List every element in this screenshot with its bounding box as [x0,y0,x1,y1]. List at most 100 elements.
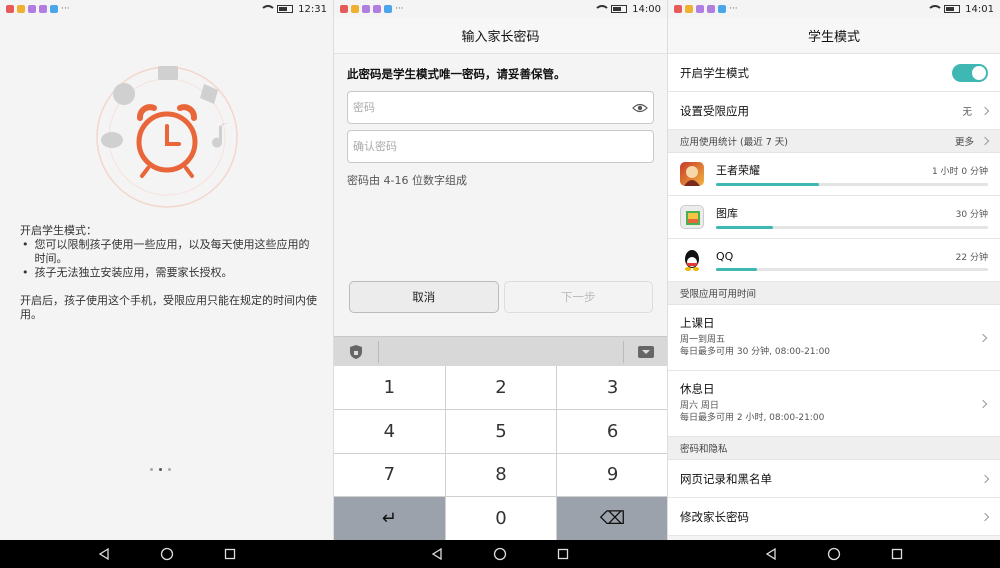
recents-icon[interactable] [224,548,236,560]
key-9[interactable]: 9 [557,453,667,497]
usage-bar [716,183,988,186]
notification-icons: ··· [674,4,738,14]
battery-icon [944,5,961,13]
change-password-label: 修改家长密码 [680,509,749,524]
back-icon[interactable] [98,548,110,560]
notification-icon [373,5,381,13]
chevron-right-icon [980,136,990,146]
schedule-limit: 每日最多可用 30 分钟, 08:00-21:00 [680,347,831,357]
key-3[interactable]: 3 [557,366,667,409]
key-4[interactable]: 4 [334,409,445,453]
video-icon [158,66,178,80]
student-mode-intro-screen: ··· 12:31 开启学生模式： • 您可以限制孩子使用一些应用，以及每天使用这… [0,0,333,540]
notification-icon [384,5,392,13]
restricted-apps-value: 无 [962,106,972,118]
parent-password-screen: ··· 14:00 输入家长密码 此密码是学生模式唯一密码，请妥善保管。 密码由… [333,0,667,540]
back-icon[interactable] [431,548,443,560]
app-usage-row[interactable]: 王者荣耀 1 小时 0 分钟 [668,153,1000,196]
enable-student-mode-row[interactable]: 开启学生模式 [668,54,1000,92]
next-button[interactable]: 下一步 [503,281,653,313]
schedule-title: 上课日 [680,316,715,330]
page-dot [168,468,171,471]
home-icon[interactable] [493,547,507,561]
recents-icon[interactable] [557,548,569,560]
app-usage-row[interactable]: 图库 30 分钟 [668,196,1000,239]
usage-bar [716,267,988,271]
notification-icon [707,5,715,13]
recents-icon[interactable] [891,548,903,560]
secure-keyboard-shield-icon [334,344,378,360]
web-history-row[interactable]: 网页记录和黑名单 [668,460,1000,498]
web-history-label: 网页记录和黑名单 [680,471,772,486]
password-input[interactable] [353,101,632,114]
usage-bar-fill [716,183,820,186]
app-name: 王者荣耀 [716,164,760,177]
hide-keyboard-icon[interactable] [624,345,667,358]
usage-bar [716,226,988,229]
numeric-keypad: 1 2 3 4 5 6 7 8 9 ↵ 0 ⌫ [334,366,667,540]
app-name: QQ [716,249,734,263]
available-time-title: 受限应用可用时间 [680,289,757,300]
page-title: 学生模式 [668,18,1000,54]
student-mode-toggle[interactable] [952,63,988,82]
clock: 12:31 [298,3,327,15]
chevron-right-icon [980,106,990,115]
key-7[interactable]: 7 [334,453,445,497]
battery-icon [277,5,294,13]
key-1[interactable]: 1 [334,366,445,409]
app-usage-time: 22 分钟 [955,252,988,263]
page-dot-active [159,468,162,471]
notification-icon [351,5,359,13]
change-password-row[interactable]: 修改家长密码 [668,498,1000,536]
qq-app-icon [680,248,704,272]
restricted-apps-row[interactable]: 设置受限应用 无 [668,92,1000,130]
notification-icon [718,5,726,13]
key-2[interactable]: 2 [445,366,557,409]
status-bar: ··· 12:31 [0,0,333,18]
chevron-right-icon [980,474,990,483]
cancel-button[interactable]: 取消 [349,281,499,313]
page-dot [150,468,153,471]
confirm-password-input[interactable] [353,140,648,153]
app-usage-time: 30 分钟 [955,209,988,220]
more-notifications-icon: ··· [729,4,738,14]
page-title: 输入家长密码 [334,18,667,54]
notification-icon [674,5,682,13]
keyboard-toolbar [334,336,667,366]
enter-key[interactable]: ↵ [334,497,445,540]
intro-heading: 开启学生模式： [20,224,97,237]
alarm-clock-illustration [96,66,238,208]
battery-icon [611,5,628,13]
backspace-key[interactable]: ⌫ [557,497,667,540]
system-navigation-bar [0,540,1000,568]
schedule-days: 周一到周五 [680,335,726,345]
home-icon[interactable] [827,547,841,561]
usage-bar-fill [716,267,757,271]
notification-icon [362,5,370,13]
key-6[interactable]: 6 [557,409,667,453]
usage-bar-fill [716,226,774,229]
rest-day-schedule-row[interactable]: 休息日 周六 周日 每日最多可用 2 小时, 08:00-21:00 [668,371,1000,437]
key-8[interactable]: 8 [445,453,557,497]
notification-icon [39,5,47,13]
notification-icon [28,5,36,13]
honor-of-kings-app-icon [680,162,704,186]
confirm-password-field[interactable] [347,130,654,163]
key-5[interactable]: 5 [445,409,557,453]
show-password-eye-icon[interactable] [632,102,648,114]
home-icon[interactable] [160,547,174,561]
globe-icon [113,83,135,105]
school-day-schedule-row[interactable]: 上课日 周一到周五 每日最多可用 30 分钟, 08:00-21:00 [668,305,1000,371]
notification-icon [340,5,348,13]
more-notifications-icon: ··· [61,4,70,14]
app-usage-row[interactable]: QQ 22 分钟 [668,239,1000,282]
password-notice: 此密码是学生模式唯一密码，请妥善保管。 [347,67,566,81]
intro-bullet: • 您可以限制孩子使用一些应用，以及每天使用这些应用的时间。 [22,238,310,265]
more-link[interactable]: 更多 [955,134,990,148]
key-0[interactable]: 0 [445,497,557,540]
intro-text: 开启学生模式： • 您可以限制孩子使用一些应用，以及每天使用这些应用的时间。 • 孩… [20,224,320,322]
back-icon[interactable] [765,548,777,560]
password-field[interactable] [347,91,654,124]
status-bar: ··· 14:00 [334,0,667,18]
more-notifications-icon: ··· [395,4,404,14]
